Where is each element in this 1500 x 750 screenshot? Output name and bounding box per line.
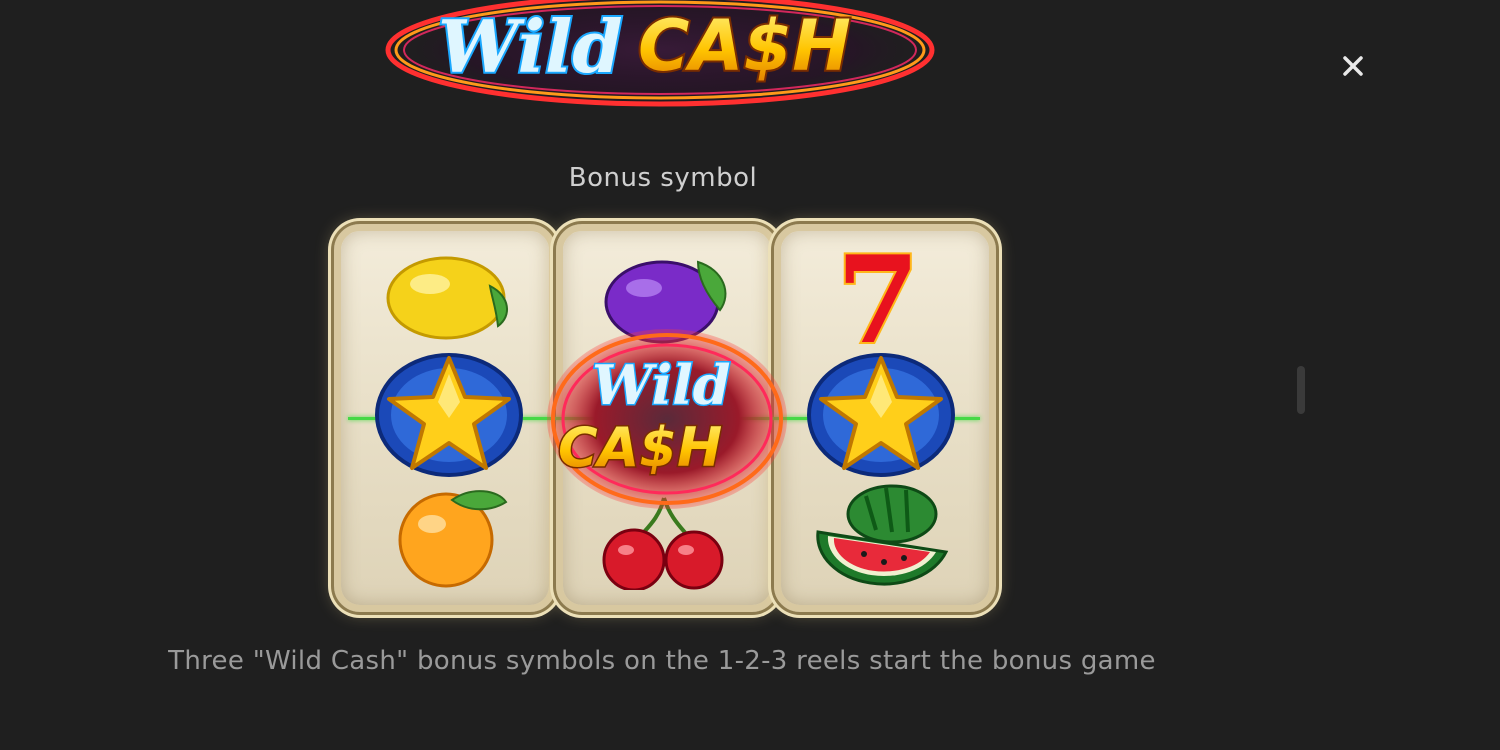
- star-icon: [807, 353, 955, 477]
- close-icon: [1343, 56, 1363, 76]
- star-icon: [375, 353, 523, 477]
- game-logo: Wild CA$H: [380, 0, 940, 112]
- bonus-description: Three "Wild Cash" bonus symbols on the 1…: [168, 646, 1156, 676]
- watermelon-icon: [816, 484, 949, 586]
- lemon-icon: [386, 256, 508, 340]
- seven-icon: 7: [834, 244, 922, 350]
- scrollbar-thumb[interactable]: [1297, 366, 1305, 414]
- seven-label: 7: [836, 244, 920, 350]
- wild-symbol-word-cash: CA$H: [558, 416, 722, 479]
- logo-word-cash: CA$H: [638, 5, 851, 87]
- section-title: Bonus symbol: [568, 163, 758, 193]
- logo-word-wild: Wild: [438, 4, 623, 89]
- wild-symbol-word-wild: Wild: [592, 353, 730, 417]
- reels-illustration: Wild CA$H 7: [330, 224, 998, 612]
- close-button[interactable]: [1333, 46, 1373, 86]
- orange-icon: [398, 490, 508, 588]
- wild-cash-bonus-icon: Wild CA$H: [547, 329, 787, 509]
